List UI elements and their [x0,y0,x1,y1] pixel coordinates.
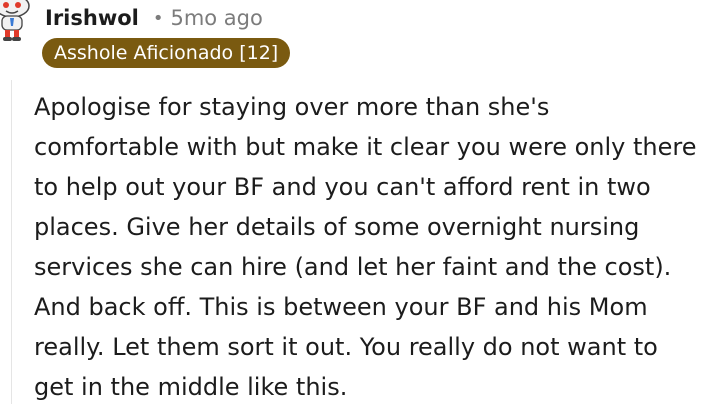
comment-body-line: comfortable with but make it clear you w… [34,133,697,161]
user-avatar[interactable] [0,0,34,44]
comment-body-line: places. Give her details of some overnig… [34,213,640,241]
comment: Irishwol • 5mo ago Asshole Aficionado [1… [0,0,713,404]
comment-body-line: to help out your BF and you can't afford… [34,173,651,201]
comment-body-line: And back off. This is between your BF an… [34,293,648,321]
comment-timestamp[interactable]: 5mo ago [170,6,262,30]
thread-collapse-line[interactable] [11,80,12,404]
comment-body-line: get in the middle like this. [34,373,348,401]
comment-body: Apologise for staying over more than she… [34,87,713,407]
comment-body-line: Apologise for staying over more than she… [34,93,550,121]
comment-header: Irishwol • 5mo ago [45,1,263,35]
comment-body-line: services she can hire (and let her faint… [34,253,672,281]
user-flair-badge: Asshole Aficionado [12] [42,38,291,68]
meta-separator: • [152,7,164,29]
comment-body-line: really. Let them sort it out. You really… [34,333,658,361]
comment-author[interactable]: Irishwol [45,6,139,30]
snoo-avatar-icon [0,0,30,41]
